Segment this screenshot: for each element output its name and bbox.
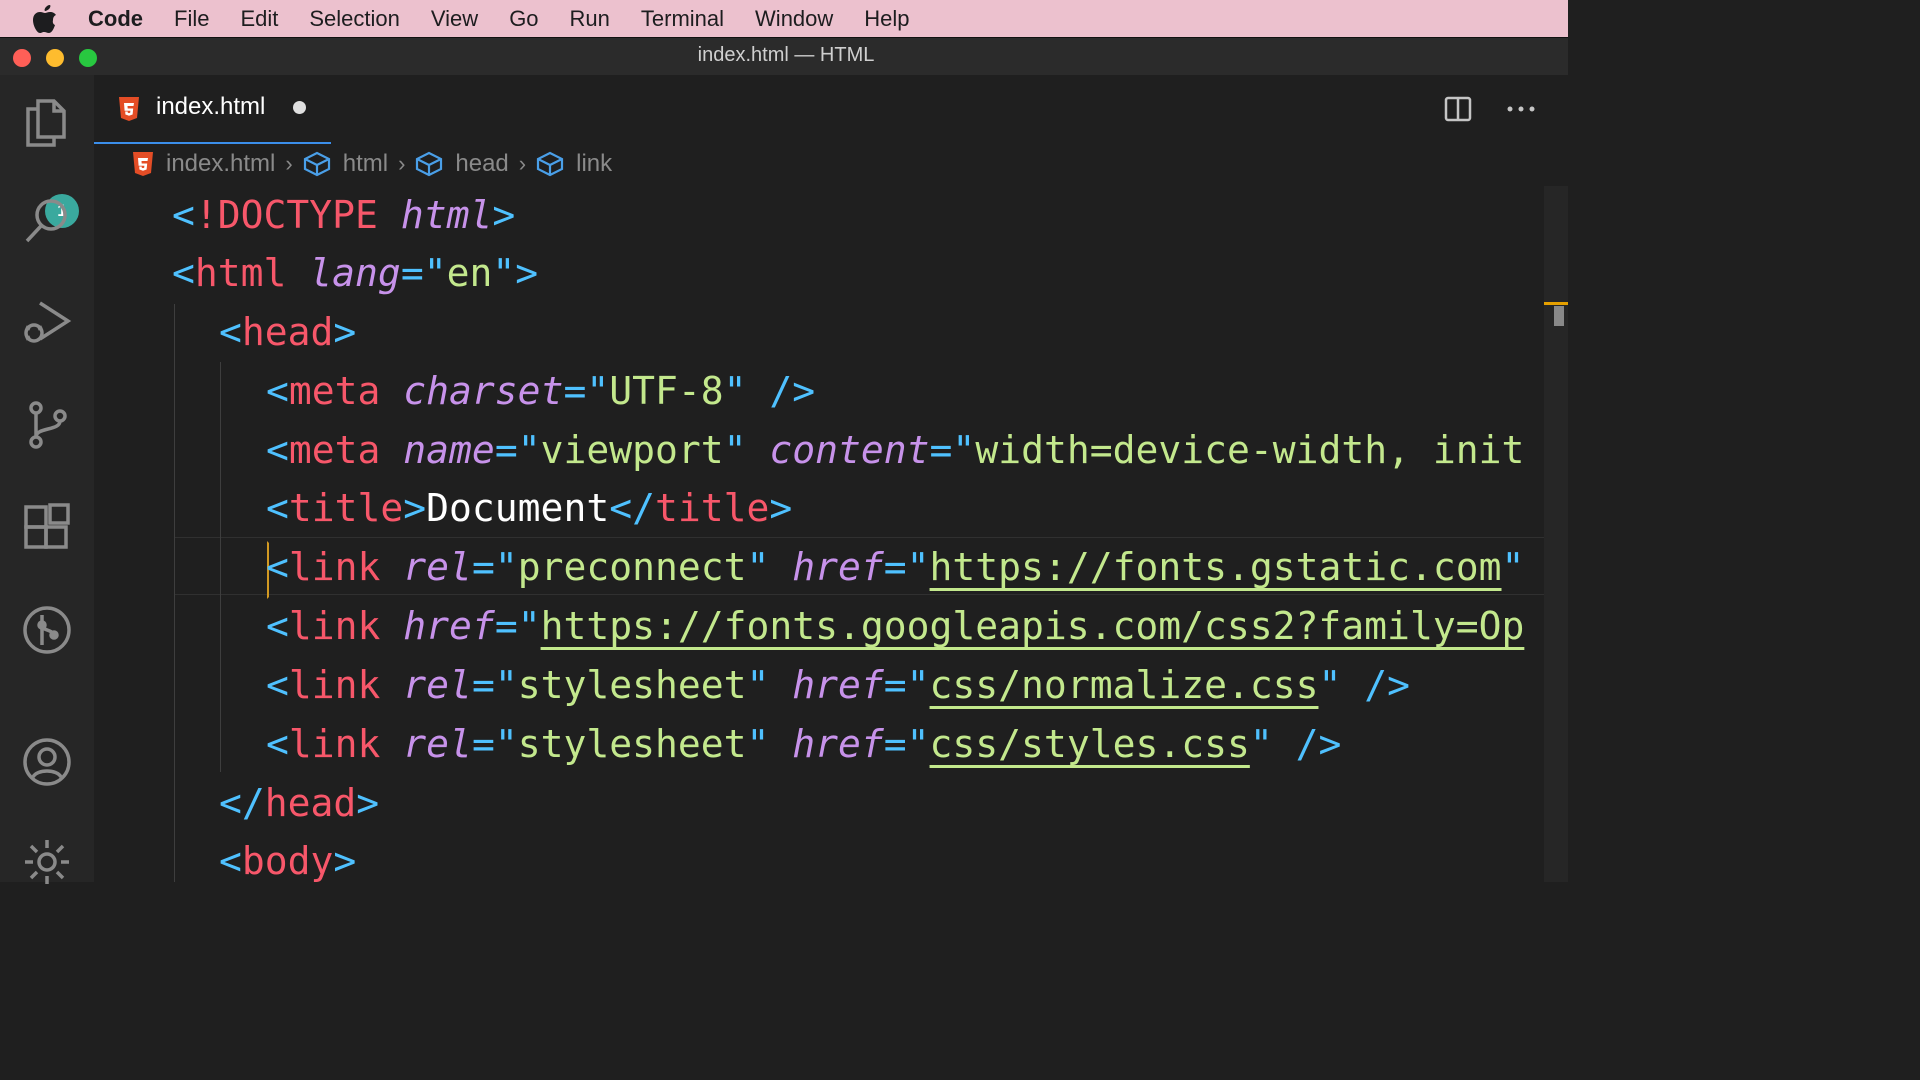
breadcrumb-item-html[interactable]: html	[303, 150, 388, 178]
code-line-4[interactable]: <meta charset="UTF-8" />	[266, 362, 815, 420]
code-line-3[interactable]: <head>	[219, 303, 356, 361]
symbol-element-icon	[303, 151, 330, 177]
code-line-7[interactable]: <link rel="preconnect" href="https://fon…	[266, 538, 1524, 596]
breadcrumb-label: head	[455, 150, 509, 177]
explorer-files-icon[interactable]	[20, 95, 74, 149]
editor-scrollbar[interactable]	[1544, 186, 1568, 882]
scrollbar-cursor-marker	[1544, 302, 1568, 305]
html5-file-icon	[133, 152, 153, 176]
menu-app-code[interactable]: Code	[88, 6, 143, 32]
html5-file-icon	[118, 96, 140, 126]
extensions-icon[interactable]	[20, 501, 74, 555]
more-actions-icon[interactable]	[1506, 95, 1536, 123]
menu-selection[interactable]: Selection	[309, 6, 400, 32]
breadcrumb-label: link	[576, 150, 613, 177]
menu-run[interactable]: Run	[570, 6, 610, 32]
menu-file[interactable]: File	[174, 6, 209, 32]
code-line-5[interactable]: <meta name="viewport" content="width=dev…	[266, 421, 1524, 479]
gear-icon[interactable]	[20, 835, 74, 889]
source-control-icon[interactable]	[20, 398, 74, 452]
menu-help[interactable]: Help	[864, 6, 909, 32]
search-icon[interactable]	[20, 193, 74, 247]
menu-terminal[interactable]: Terminal	[641, 6, 724, 32]
window-title-bar: index.html — HTML	[0, 37, 1568, 76]
scrollbar-thumb[interactable]	[1554, 306, 1564, 326]
symbol-element-icon	[416, 151, 443, 177]
chevron-right-icon: ›	[398, 151, 406, 176]
editor-tab-bar: index.html	[94, 75, 1568, 144]
git-graph-icon[interactable]	[20, 603, 74, 657]
breadcrumb-item-link[interactable]: link	[536, 150, 612, 178]
breadcrumb-file[interactable]: index.html	[132, 150, 275, 178]
chevron-right-icon: ›	[518, 151, 527, 176]
account-icon[interactable]	[20, 735, 74, 789]
activity-bar: 1	[0, 75, 94, 884]
tab-index-html[interactable]: index.html	[94, 75, 331, 144]
apple-logo-icon[interactable]	[32, 4, 62, 33]
menu-window[interactable]: Window	[755, 6, 833, 32]
indent-guide	[220, 362, 221, 772]
split-editor-icon[interactable]	[1444, 95, 1472, 123]
code-line-10[interactable]: <link rel="stylesheet" href="css/styles.…	[266, 715, 1341, 773]
menu-view[interactable]: View	[431, 6, 478, 32]
code-line-9[interactable]: <link rel="stylesheet" href="css/normali…	[266, 656, 1410, 714]
code-editor[interactable]: <!DOCTYPE html> <html lang="en"> <head> …	[94, 186, 1544, 882]
unsaved-dot-icon[interactable]	[293, 101, 306, 114]
code-line-2[interactable]: <html lang="en">	[172, 244, 538, 302]
code-line-8[interactable]: <link href="https://fonts.googleapis.com…	[266, 597, 1524, 655]
tab-label: index.html	[156, 93, 266, 120]
breadcrumb-label: html	[342, 150, 389, 177]
menu-edit[interactable]: Edit	[240, 6, 278, 32]
indent-guide	[174, 304, 175, 882]
macos-menu-bar: Code File Edit Selection View Go Run Ter…	[0, 0, 1568, 37]
code-line-11[interactable]: </head>	[219, 774, 379, 832]
chevron-right-icon: ›	[285, 151, 293, 176]
breadcrumb-file-label: index.html	[166, 150, 276, 177]
code-line-6[interactable]: <title>Document</title>	[266, 479, 792, 537]
window-title: index.html — HTML	[697, 44, 875, 66]
breadcrumb: index.html › html › head › link	[94, 142, 1544, 186]
symbol-element-icon	[537, 151, 564, 177]
code-line-1[interactable]: <!DOCTYPE html>	[172, 186, 515, 244]
menu-go[interactable]: Go	[509, 6, 538, 32]
run-debug-icon[interactable]	[20, 295, 74, 349]
breadcrumb-item-head[interactable]: head	[415, 150, 509, 178]
code-line-12[interactable]: <body>	[219, 832, 356, 882]
